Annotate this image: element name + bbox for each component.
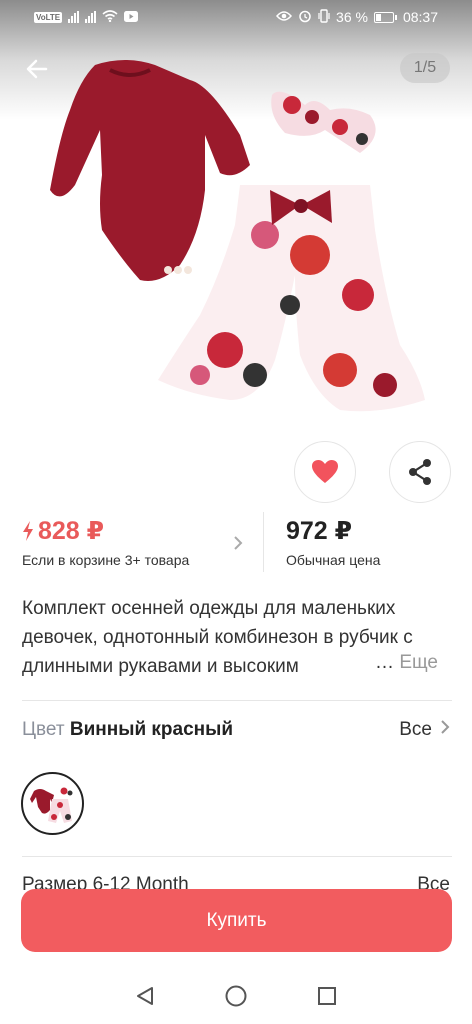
divider [22, 856, 452, 857]
color-label: Цвет [22, 719, 65, 740]
chevron-right-icon [440, 719, 450, 741]
color-value: Винный красный [69, 719, 234, 740]
product-image [50, 60, 425, 412]
gallery-counter: 1/5 [400, 53, 450, 83]
share-icon [409, 459, 431, 485]
wifi-icon [102, 9, 118, 25]
more-link[interactable]: Еще [375, 652, 438, 674]
promo-caption: Если в корзине 3+ товара [22, 552, 190, 568]
signal-icon [68, 11, 80, 23]
regular-price-section: 972 ₽ Обычная цена [264, 512, 380, 572]
eye-icon [276, 9, 293, 25]
price-block: 828 ₽ Если в корзине 3+ товара 972 ₽ Обы… [22, 512, 452, 572]
vibrate-icon [318, 8, 330, 26]
color-all-label: Все [399, 719, 432, 740]
promo-price: 828 ₽ [38, 517, 105, 545]
battery-icon [373, 11, 397, 23]
volte-badge: VoLTE [34, 11, 63, 23]
color-all-link[interactable]: Все [399, 719, 450, 741]
nav-home-icon[interactable] [224, 984, 248, 1008]
status-bar: VoLTE 36 % 08:37 [0, 0, 472, 34]
color-row[interactable]: Цвет Винный красный Все [22, 719, 450, 741]
buy-button[interactable]: Купить [21, 889, 452, 952]
alarm-icon [298, 9, 312, 26]
lightning-icon [23, 521, 33, 541]
back-arrow-icon[interactable] [20, 52, 54, 86]
chevron-right-icon [233, 534, 243, 557]
heart-icon [312, 460, 338, 483]
youtube-icon [124, 9, 139, 25]
nav-back-icon[interactable] [134, 985, 156, 1007]
favorite-button[interactable] [294, 441, 356, 503]
color-swatch[interactable] [21, 772, 84, 835]
system-nav-bar [0, 968, 472, 1024]
swatch-thumbnail [30, 787, 73, 823]
clock: 08:37 [402, 9, 438, 25]
signal-icon-2 [85, 11, 97, 23]
regular-price: 972 ₽ [286, 517, 353, 545]
regular-caption: Обычная цена [286, 552, 381, 568]
nav-recents-icon[interactable] [316, 985, 338, 1007]
description-text: Комплект осенней одежды для маленьких де… [22, 598, 413, 677]
promo-price-section[interactable]: 828 ₽ Если в корзине 3+ товара [22, 512, 264, 572]
divider [22, 700, 452, 701]
share-button[interactable] [389, 441, 451, 503]
battery-text: 36 % [336, 9, 368, 25]
product-gallery[interactable]: 1/5 [0, 0, 472, 432]
